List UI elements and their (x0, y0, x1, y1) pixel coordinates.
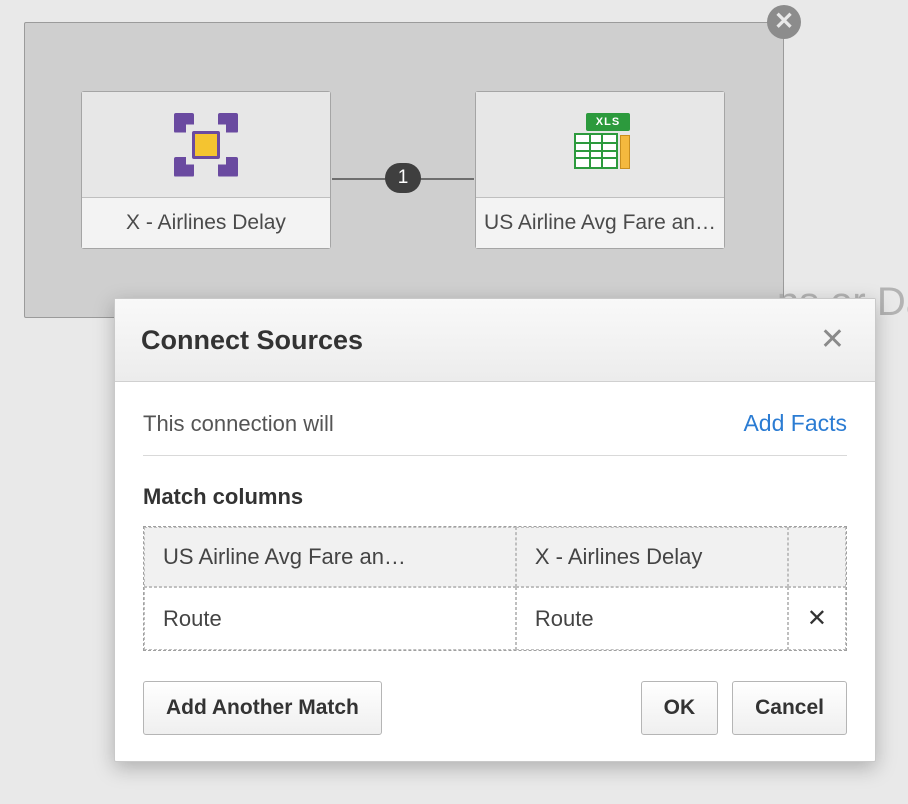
source-box-right[interactable]: XLS US Airline Avg Fare an… (475, 91, 725, 249)
cancel-button[interactable]: Cancel (732, 681, 847, 735)
table-row: Route Route ✕ (144, 587, 846, 650)
dialog-header: Connect Sources ✕ (115, 299, 875, 382)
match-columns-heading: Match columns (143, 484, 847, 510)
connector-count-badge[interactable]: 1 (385, 163, 421, 193)
connection-will-row: This connection will Add Facts (143, 382, 847, 456)
source-right-label: US Airline Avg Fare an… (476, 198, 724, 248)
header-action-cell (788, 527, 846, 587)
dialog-body: This connection will Add Facts Match col… (115, 382, 875, 761)
close-icon: ✕ (774, 10, 794, 34)
source-left-label: X - Airlines Delay (82, 198, 330, 248)
canvas-close-button[interactable]: ✕ (767, 5, 801, 39)
header-left-source[interactable]: US Airline Avg Fare an… (144, 527, 516, 587)
table-header-row: US Airline Avg Fare an… X - Airlines Del… (144, 527, 846, 587)
remove-match-button[interactable]: ✕ (788, 587, 846, 650)
match-right-column[interactable]: Route (516, 587, 788, 650)
subject-area-icon (82, 92, 330, 198)
xls-file-icon: XLS (476, 92, 724, 198)
match-columns-table: US Airline Avg Fare an… X - Airlines Del… (143, 526, 847, 651)
add-facts-link[interactable]: Add Facts (743, 410, 847, 437)
header-right-source[interactable]: X - Airlines Delay (516, 527, 788, 587)
data-sources-canvas: ✕ X - Airlines Delay 1 XLS US Airline Av… (24, 22, 784, 318)
close-icon: ✕ (820, 323, 845, 356)
dialog-footer: Add Another Match OK Cancel (143, 651, 847, 735)
remove-icon: ✕ (807, 605, 827, 632)
connection-will-label: This connection will (143, 411, 334, 437)
add-another-match-button[interactable]: Add Another Match (143, 681, 382, 735)
connect-sources-dialog: Connect Sources ✕ This connection will A… (114, 298, 876, 762)
dialog-title: Connect Sources (141, 325, 363, 356)
source-box-left[interactable]: X - Airlines Delay (81, 91, 331, 249)
ok-button[interactable]: OK (641, 681, 719, 735)
dialog-close-button[interactable]: ✕ (816, 321, 849, 359)
match-left-column[interactable]: Route (144, 587, 516, 650)
